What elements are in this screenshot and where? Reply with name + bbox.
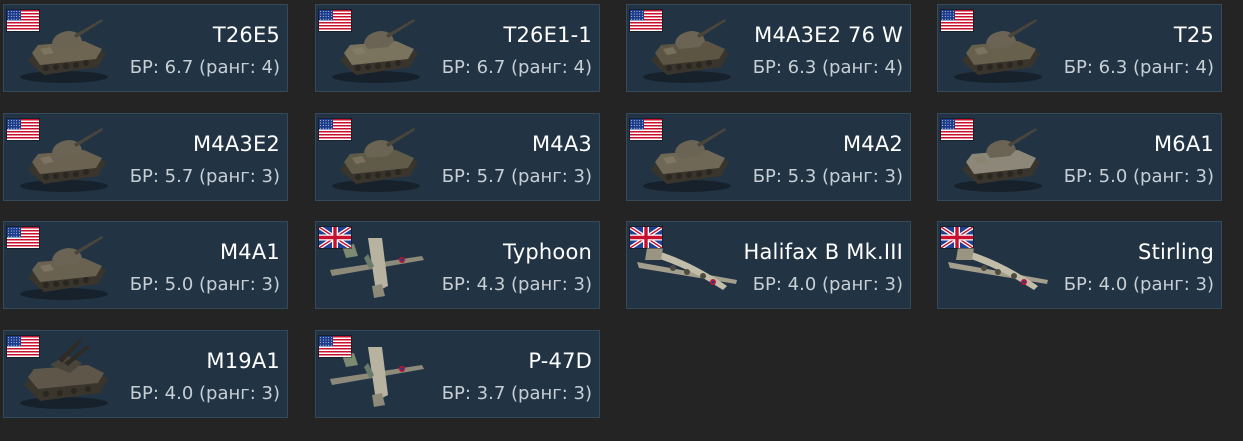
usa-flag-icon xyxy=(941,10,973,31)
vehicle-name: M6A1 xyxy=(1153,132,1214,156)
vehicle-card[interactable]: T25 БР: 6.3 (ранг: 4) xyxy=(937,4,1222,92)
vehicle-grid: T26E5 БР: 6.7 (ранг: 4) T26E1-1 БР: 6.7 (ра… xyxy=(0,0,1243,441)
vehicle-card[interactable]: T26E1-1 БР: 6.7 (ранг: 4) xyxy=(315,4,600,92)
uk-flag-icon xyxy=(939,225,975,250)
vehicle-card[interactable]: P-47D БР: 3.7 (ранг: 3) xyxy=(315,330,600,418)
battle-rating: БР: 5.7 (ранг: 3) xyxy=(129,166,280,187)
vehicle-name: M4A3E2 76 W xyxy=(754,23,903,47)
battle-rating: БР: 6.7 (ранг: 4) xyxy=(129,57,280,78)
battle-rating: БР: 6.3 (ранг: 4) xyxy=(752,57,903,78)
usa-flag-icon xyxy=(319,10,351,31)
vehicle-card[interactable]: M4A3E2 76 W БР: 6.3 (ранг: 4) xyxy=(626,4,911,92)
usa-flag-icon xyxy=(630,119,662,140)
vehicle-card[interactable]: Stirling БР: 4.0 (ранг: 3) xyxy=(937,221,1222,309)
vehicle-name: T25 xyxy=(1173,23,1214,47)
battle-rating: БР: 4.0 (ранг: 3) xyxy=(129,383,280,404)
battle-rating: БР: 5.0 (ранг: 3) xyxy=(1063,166,1214,187)
vehicle-card[interactable]: Halifax B Mk.III БР: 4.0 (ранг: 3) xyxy=(626,221,911,309)
vehicle-name: Stirling xyxy=(1138,240,1214,264)
vehicle-name: M4A3 xyxy=(531,132,592,156)
vehicle-name: M4A3E2 xyxy=(192,132,280,156)
battle-rating: БР: 4.3 (ранг: 3) xyxy=(441,274,592,295)
vehicle-card[interactable]: M4A1 БР: 5.0 (ранг: 3) xyxy=(3,221,288,309)
vehicle-name: M4A1 xyxy=(219,240,280,264)
battle-rating: БР: 6.7 (ранг: 4) xyxy=(441,57,592,78)
vehicle-card[interactable]: M19A1 БР: 4.0 (ранг: 3) xyxy=(3,330,288,418)
usa-flag-icon xyxy=(319,336,351,357)
usa-flag-icon xyxy=(7,227,39,248)
vehicle-name: M19A1 xyxy=(206,349,280,373)
vehicle-card[interactable]: M4A2 БР: 5.3 (ранг: 3) xyxy=(626,113,911,201)
battle-rating: БР: 5.0 (ранг: 3) xyxy=(129,274,280,295)
vehicle-name: P-47D xyxy=(528,349,592,373)
battle-rating: БР: 5.3 (ранг: 3) xyxy=(752,166,903,187)
usa-flag-icon xyxy=(319,119,351,140)
battle-rating: БР: 6.3 (ранг: 4) xyxy=(1063,57,1214,78)
usa-flag-icon xyxy=(7,336,39,357)
uk-flag-icon xyxy=(628,225,664,250)
battle-rating: БР: 4.0 (ранг: 3) xyxy=(752,274,903,295)
vehicle-card[interactable]: M4A3E2 БР: 5.7 (ранг: 3) xyxy=(3,113,288,201)
usa-flag-icon xyxy=(941,119,973,140)
vehicle-name: Halifax B Mk.III xyxy=(743,240,903,264)
usa-flag-icon xyxy=(7,119,39,140)
usa-flag-icon xyxy=(7,10,39,31)
battle-rating: БР: 4.0 (ранг: 3) xyxy=(1063,274,1214,295)
battle-rating: БР: 3.7 (ранг: 3) xyxy=(441,383,592,404)
usa-flag-icon xyxy=(630,10,662,31)
battle-rating: БР: 5.7 (ранг: 3) xyxy=(441,166,592,187)
uk-flag-icon xyxy=(317,225,353,250)
vehicle-card[interactable]: T26E5 БР: 6.7 (ранг: 4) xyxy=(3,4,288,92)
vehicle-name: M4A2 xyxy=(842,132,903,156)
vehicle-name: T26E5 xyxy=(212,23,280,47)
vehicle-card[interactable]: Typhoon БР: 4.3 (ранг: 3) xyxy=(315,221,600,309)
vehicle-card[interactable]: M6A1 БР: 5.0 (ранг: 3) xyxy=(937,113,1222,201)
vehicle-name: T26E1-1 xyxy=(503,23,592,47)
vehicle-name: Typhoon xyxy=(502,240,592,264)
vehicle-card[interactable]: M4A3 БР: 5.7 (ранг: 3) xyxy=(315,113,600,201)
